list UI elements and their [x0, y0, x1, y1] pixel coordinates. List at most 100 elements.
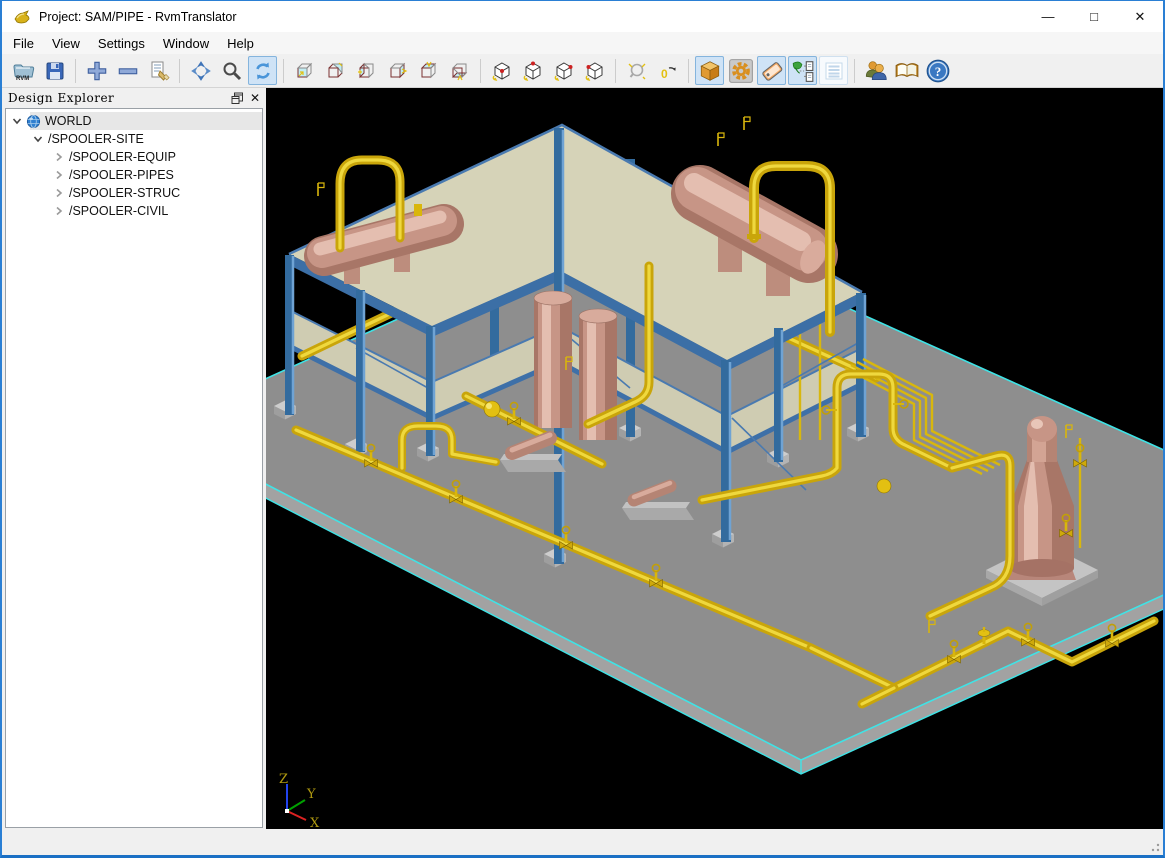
toolbar-separator: [480, 58, 481, 83]
chevron-down-icon[interactable]: [32, 133, 44, 145]
title-bar: Project: SAM/PIPE - RvmTranslator — □ ✕: [2, 1, 1163, 32]
view-left-button[interactable]: [352, 56, 381, 85]
view-right-button[interactable]: [383, 56, 412, 85]
app-window: Project: SAM/PIPE - RvmTranslator — □ ✕ …: [0, 0, 1165, 858]
compass-arrows-icon: [190, 60, 211, 81]
menu-file[interactable]: File: [4, 33, 43, 54]
tree-row-spooler-site[interactable]: /SPOOLER-SITE: [6, 130, 262, 148]
menu-bar: File View Settings Window Help: [2, 32, 1163, 54]
tree-label[interactable]: /SPOOLER-STRUC: [69, 186, 180, 200]
tree-row-world[interactable]: WORLD: [6, 112, 262, 130]
render-settings-button[interactable]: [726, 56, 755, 85]
view-cube-back-icon: [328, 62, 342, 77]
minus-icon: [118, 67, 137, 74]
design-explorer-dock: Design Explorer ✕ WORLD /SPOOLER-SITE /S…: [2, 88, 266, 830]
tree-label[interactable]: /SPOOLER-CIVIL: [69, 204, 168, 218]
users-button[interactable]: [861, 56, 890, 85]
dock-header[interactable]: Design Explorer ✕: [2, 88, 266, 108]
toolbar-separator: [615, 58, 616, 83]
save-button[interactable]: [40, 56, 69, 85]
maximize-button[interactable]: □: [1071, 1, 1117, 32]
chevron-right-icon[interactable]: [53, 187, 65, 199]
iso-view-4-button[interactable]: [580, 56, 609, 85]
open-rvm-button[interactable]: RVM: [9, 56, 38, 85]
app-icon: [14, 9, 30, 23]
svg-text:0: 0: [661, 67, 668, 81]
view-front-button[interactable]: [290, 56, 319, 85]
resize-grip[interactable]: [1148, 840, 1160, 852]
tree-row-spooler-equip[interactable]: /SPOOLER-EQUIP: [6, 148, 262, 166]
tree-row-spooler-struc[interactable]: /SPOOLER-STRUC: [6, 184, 262, 202]
iso-cube-4-icon: [585, 61, 602, 81]
toolbar-separator: [688, 58, 689, 83]
refresh-icon: [255, 62, 270, 79]
iso-view-1-button[interactable]: [487, 56, 516, 85]
clear-document-button[interactable]: [144, 56, 173, 85]
zoom-window-button: [622, 56, 651, 85]
menu-window[interactable]: Window: [154, 33, 218, 54]
tree-label[interactable]: /SPOOLER-SITE: [48, 132, 144, 146]
zoom-button[interactable]: [217, 56, 246, 85]
manual-button[interactable]: [892, 56, 921, 85]
rotate-reset-button[interactable]: 0: [653, 56, 682, 85]
toolbar-separator: [283, 58, 284, 83]
view-cube-top-icon: [420, 61, 436, 78]
zoom-window-icon: [628, 63, 645, 79]
toolbar-separator: [179, 58, 180, 83]
document-brush-icon: [151, 61, 170, 81]
users-icon: [865, 60, 887, 80]
iso-view-3-button[interactable]: [549, 56, 578, 85]
annotation-tag-button[interactable]: [757, 56, 786, 85]
zoom-in-button[interactable]: [82, 56, 111, 85]
tree-row-spooler-pipes[interactable]: /SPOOLER-PIPES: [6, 166, 262, 184]
y-axis: [286, 799, 306, 812]
gear-icon: [728, 58, 753, 83]
view-back-button[interactable]: [321, 56, 350, 85]
chevron-right-icon[interactable]: [53, 151, 65, 163]
window-title: Project: SAM/PIPE - RvmTranslator: [39, 9, 237, 24]
shaded-view-button[interactable]: [695, 56, 724, 85]
menu-view[interactable]: View: [43, 33, 89, 54]
refresh-view-button[interactable]: [248, 56, 277, 85]
save-icon: [46, 62, 63, 79]
svg-text:RVM: RVM: [16, 76, 29, 82]
chevron-right-icon[interactable]: [53, 169, 65, 181]
toolbar-separator: [854, 58, 855, 83]
shaded-cube-icon: [699, 60, 720, 81]
tree-label[interactable]: /SPOOLER-EQUIP: [69, 150, 176, 164]
x-axis: [286, 810, 307, 821]
help-button[interactable]: ?: [923, 56, 952, 85]
tree-row-spooler-civil[interactable]: /SPOOLER-CIVIL: [6, 202, 262, 220]
fit-view-button[interactable]: [186, 56, 215, 85]
zoom-out-button[interactable]: [113, 56, 142, 85]
svg-text:?: ?: [934, 63, 941, 78]
viewport-3d[interactable]: Z Y X: [266, 88, 1163, 830]
list-view-button: [819, 56, 848, 85]
view-bottom-button[interactable]: [445, 56, 474, 85]
menu-settings[interactable]: Settings: [89, 33, 154, 54]
list-lines-icon: [825, 62, 842, 79]
close-button[interactable]: ✕: [1117, 1, 1163, 32]
iso-cube-2-icon: [523, 61, 540, 81]
view-top-button[interactable]: [414, 56, 443, 85]
menu-help[interactable]: Help: [218, 33, 263, 54]
magnifier-icon: [223, 62, 241, 80]
scene-3d: Z Y X: [266, 116, 1163, 830]
iso-cube-1-icon: [492, 61, 509, 81]
globe-valve: [876, 478, 892, 494]
model-tree-button[interactable]: [788, 56, 817, 85]
chevron-right-icon[interactable]: [53, 205, 65, 217]
tree-label[interactable]: WORLD: [45, 114, 92, 128]
minimize-button[interactable]: —: [1025, 1, 1071, 32]
chevron-down-icon[interactable]: [11, 115, 23, 127]
float-panel-icon[interactable]: [231, 92, 244, 105]
axis-triad: Z Y X: [279, 772, 320, 830]
plus-icon: [87, 61, 106, 80]
toolbar: RVM 0 ?: [2, 54, 1163, 88]
view-cube-left-icon: [357, 62, 373, 78]
design-explorer-tree[interactable]: WORLD /SPOOLER-SITE /SPOOLER-EQUIP /SPOO…: [5, 108, 263, 828]
open-rvm-icon: RVM: [12, 64, 34, 82]
iso-view-2-button[interactable]: [518, 56, 547, 85]
close-panel-icon[interactable]: ✕: [250, 92, 260, 104]
tree-label[interactable]: /SPOOLER-PIPES: [69, 168, 174, 182]
